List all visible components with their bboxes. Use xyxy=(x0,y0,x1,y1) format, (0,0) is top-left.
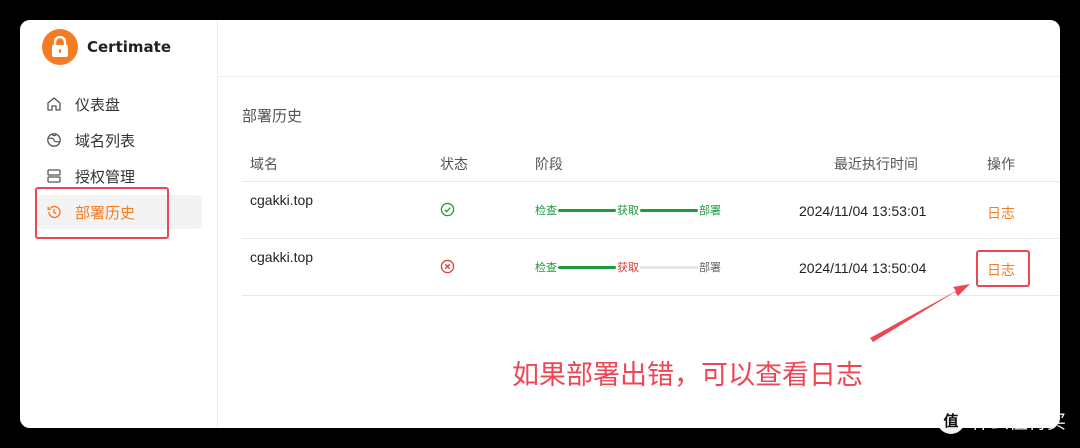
annotation-text: 如果部署出错，可以查看日志 xyxy=(512,360,863,391)
watermark: 值 什么值得买 xyxy=(936,406,1066,434)
watermark-logo-icon: 值 xyxy=(936,406,965,434)
watermark-text: 什么值得买 xyxy=(970,410,1066,433)
